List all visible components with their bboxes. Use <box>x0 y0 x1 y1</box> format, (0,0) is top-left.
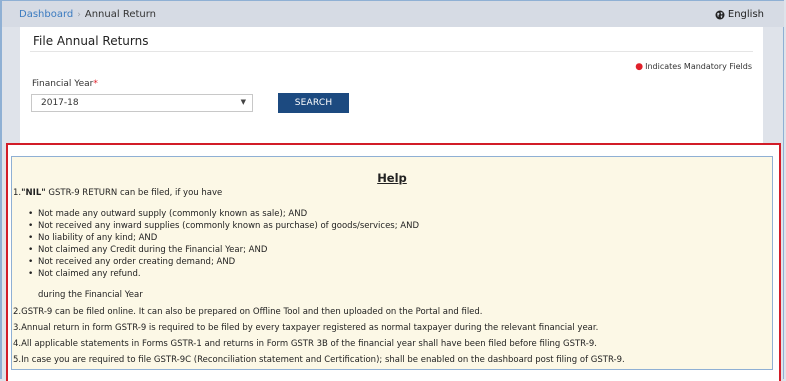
help-item-1-number: 1. <box>13 188 22 198</box>
help-during-text: during the Financial Year <box>38 290 143 300</box>
help-item-1: 1."NIL" GSTR-9 RETURN can be filed, if y… <box>13 189 222 198</box>
financial-year-value: 2017-18 <box>41 98 79 108</box>
language-label: English <box>727 9 764 20</box>
help-panel: Help 1."NIL" GSTR-9 RETURN can be filed,… <box>11 156 773 370</box>
help-item-1-text: GSTR-9 RETURN can be filed, if you have <box>45 188 223 198</box>
help-bullet: No liability of any kind; AND <box>28 234 157 243</box>
help-bullet: Not made any outward supply (commonly kn… <box>28 210 307 219</box>
globe-icon <box>715 10 725 20</box>
search-button[interactable]: SEARCH <box>278 93 349 113</box>
file-annual-returns-card: File Annual Returns ● Indicates Mandatory… <box>20 27 763 143</box>
help-bullet: Not claimed any Credit during the Financ… <box>28 246 267 255</box>
help-bullet: Not received any inward supplies (common… <box>28 222 419 231</box>
highlight-box: Help 1."NIL" GSTR-9 RETURN can be filed,… <box>6 143 781 381</box>
page-title: File Annual Returns <box>33 34 149 48</box>
mandatory-fields-note: ● Indicates Mandatory Fields <box>635 62 752 72</box>
required-marker: * <box>93 79 98 89</box>
title-divider <box>30 51 753 52</box>
breadcrumb-separator: › <box>77 10 81 20</box>
help-item-2: 2.GSTR-9 can be filed online. It can als… <box>13 307 483 317</box>
mandatory-dot-icon: ● <box>635 62 644 72</box>
help-item-5: 5.In case you are required to file GSTR-… <box>13 355 625 365</box>
chevron-down-icon: ▼ <box>240 98 246 106</box>
breadcrumb-dashboard-link[interactable]: Dashboard <box>19 9 73 20</box>
language-selector[interactable]: English <box>715 9 764 20</box>
financial-year-select[interactable]: 2017-18 ▼ <box>31 94 253 112</box>
help-bullet: Not received any order creating demand; … <box>28 258 235 267</box>
help-bullet: Not claimed any refund. <box>28 270 141 279</box>
mandatory-note-text: Indicates Mandatory Fields <box>645 62 752 71</box>
financial-year-label: Financial Year* <box>32 79 98 89</box>
help-item-1-nil: "NIL" <box>21 188 46 198</box>
help-item-4: 4.All applicable statements in Forms GST… <box>13 339 597 349</box>
help-item-3: 3.Annual return in form GSTR-9 is requir… <box>13 323 599 333</box>
breadcrumb: Dashboard › Annual Return <box>19 9 156 20</box>
breadcrumb-bar: Dashboard › Annual Return English <box>2 1 784 27</box>
help-title: Help <box>377 171 407 185</box>
financial-year-label-text: Financial Year <box>32 79 94 89</box>
breadcrumb-current: Annual Return <box>84 9 156 20</box>
